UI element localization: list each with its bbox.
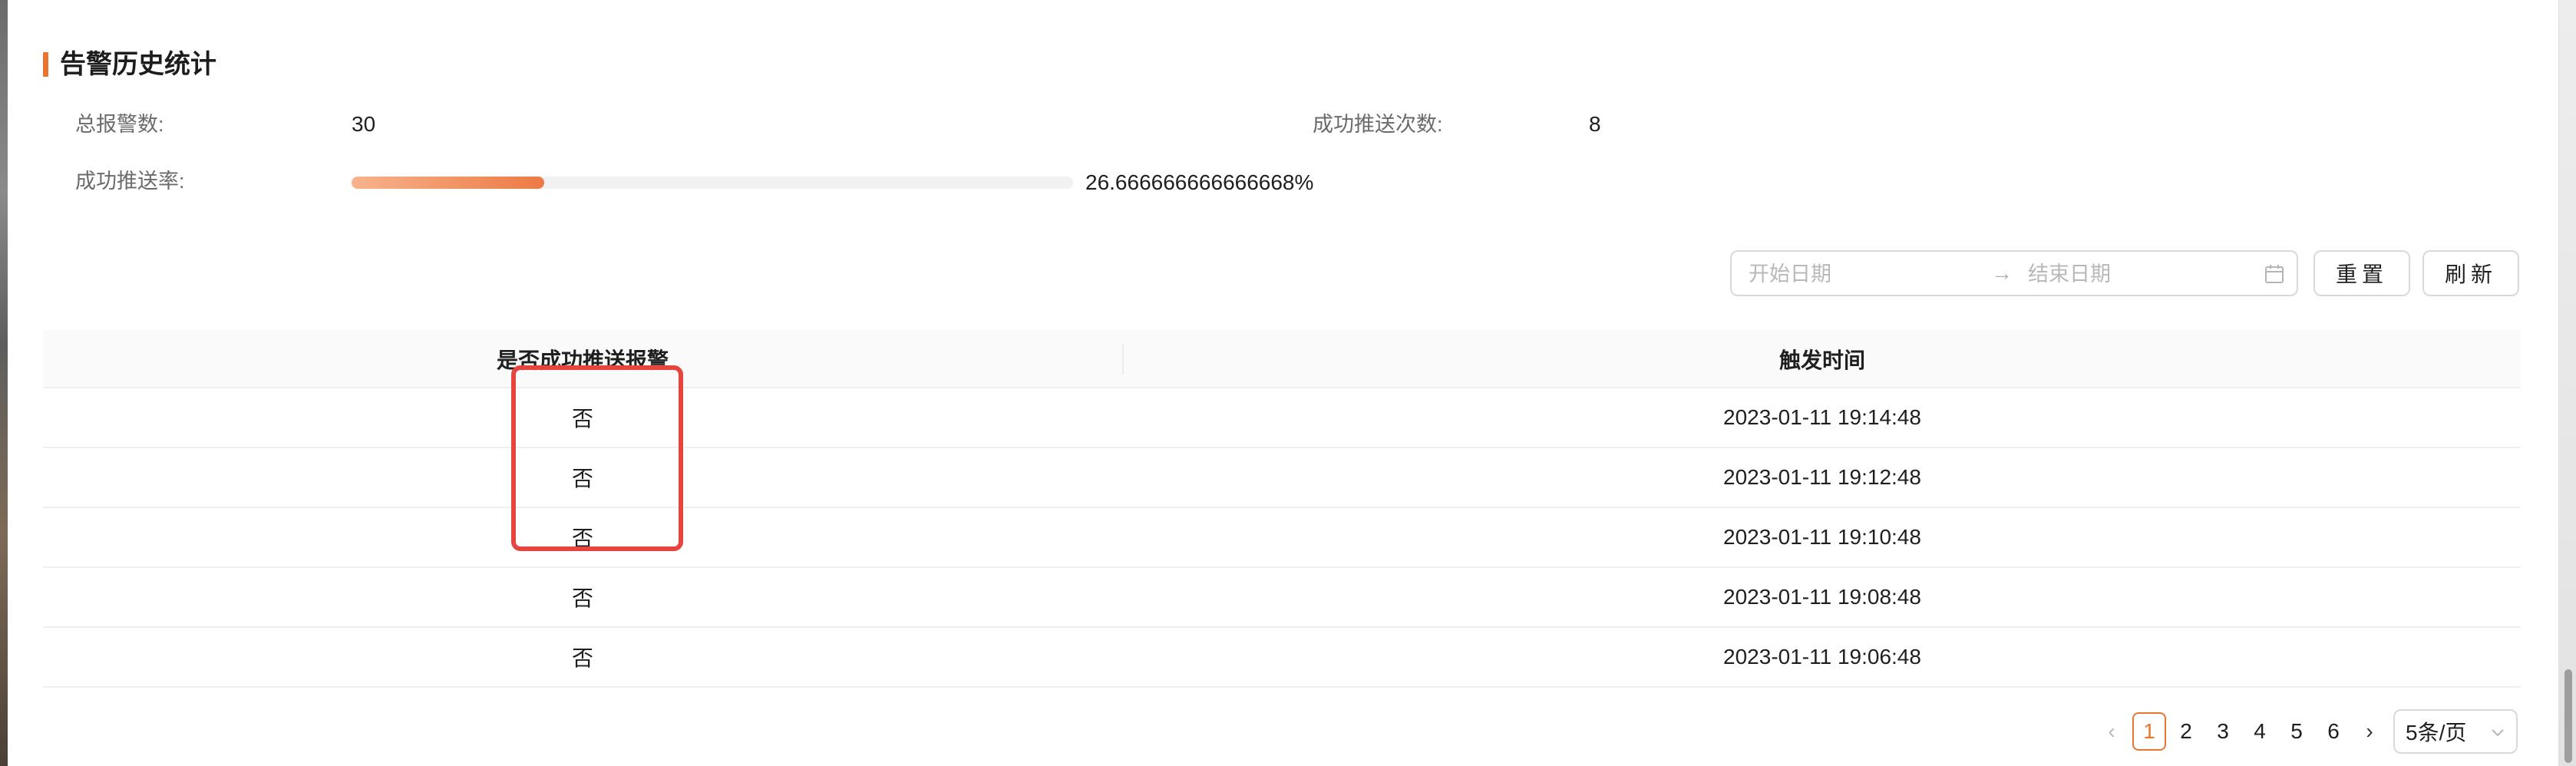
table-row[interactable]: 否 2023-01-11 19:14:48 — [43, 388, 2521, 448]
success-rate-progress-fill — [352, 177, 544, 189]
page-6[interactable]: 6 — [2318, 712, 2349, 751]
table-row[interactable]: 否 2023-01-11 19:08:48 — [43, 568, 2521, 628]
table-row[interactable]: 否 2023-01-11 19:10:48 — [43, 508, 2521, 568]
chevron-down-icon — [2492, 729, 2504, 737]
scrollbar-thumb[interactable] — [2564, 669, 2572, 763]
reset-button[interactable]: 重置 — [2313, 250, 2410, 296]
desktop-backdrop — [0, 0, 8, 766]
calendar-icon[interactable] — [2264, 264, 2284, 284]
table-row[interactable]: 否 2023-01-11 19:12:48 — [43, 448, 2521, 508]
success-cell: 否 — [571, 646, 593, 670]
column-header-trigger-time: 触发时间 — [1778, 348, 1865, 372]
success-push-count-label: 成功推送次数: — [1313, 113, 1443, 136]
trigger-time-cell: 2023-01-11 19:14:48 — [1723, 405, 1921, 429]
section-title-marker — [43, 52, 48, 77]
trigger-time-cell: 2023-01-11 19:08:48 — [1723, 585, 1921, 609]
scrollbar-track[interactable] — [2558, 0, 2576, 766]
page-5[interactable]: 5 — [2281, 712, 2312, 751]
page-4[interactable]: 4 — [2244, 712, 2275, 751]
chevron-right-icon[interactable]: › — [2356, 712, 2383, 751]
range-arrow-icon: → — [1991, 261, 2013, 285]
page-3[interactable]: 3 — [2208, 712, 2238, 751]
start-date-input[interactable]: 开始日期 — [1749, 262, 1831, 286]
success-push-count-value: 8 — [1589, 112, 1601, 136]
total-alarms-value: 30 — [352, 112, 376, 136]
success-cell: 否 — [571, 586, 593, 610]
success-rate-value: 26.666666666666668% — [1085, 170, 1314, 194]
page-2[interactable]: 2 — [2171, 712, 2201, 751]
end-date-input[interactable]: 结束日期 — [2028, 262, 2111, 286]
date-range-picker[interactable]: 开始日期 → 结束日期 — [1730, 250, 2298, 296]
page-size-select[interactable]: 5条/页 — [2393, 709, 2518, 754]
total-alarms-label: 总报警数: — [75, 113, 164, 136]
refresh-button[interactable]: 刷新 — [2422, 250, 2519, 296]
chevron-left-icon[interactable]: ‹ — [2100, 712, 2123, 751]
table-header: 是否成功推送报警 触发时间 — [43, 330, 2521, 388]
page-1[interactable]: 1 — [2132, 712, 2166, 751]
trigger-time-cell: 2023-01-11 19:12:48 — [1723, 465, 1921, 489]
highlight-annotation-box — [511, 365, 683, 551]
table-row[interactable]: 否 2023-01-11 19:06:48 — [43, 628, 2521, 688]
trigger-time-cell: 2023-01-11 19:06:48 — [1723, 645, 1921, 669]
page-size-value: 5条/页 — [2406, 721, 2467, 745]
trigger-time-cell: 2023-01-11 19:10:48 — [1723, 525, 1921, 549]
success-rate-progress — [352, 177, 1073, 189]
section-title: 告警历史统计 — [60, 50, 216, 79]
success-rate-label: 成功推送率: — [75, 170, 185, 193]
